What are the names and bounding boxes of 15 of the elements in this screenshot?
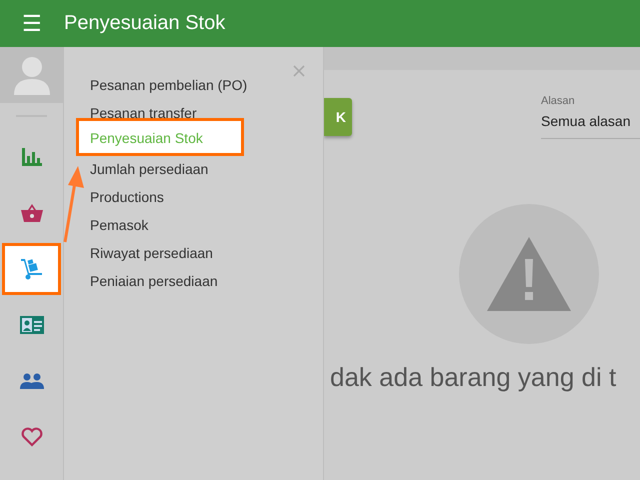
page-title: Penyesuaian Stok [64,12,226,35]
submenu-item[interactable]: Pemasok [76,207,244,235]
submenu-item[interactable]: Riwayat persediaan [76,235,244,263]
basket-icon [20,203,42,223]
empty-message: dak ada barang yang di t [330,362,618,393]
people-icon [20,373,44,389]
submenu-item[interactable]: Productions [76,179,244,207]
bar-chart-icon [22,148,42,166]
heart-icon [20,427,42,447]
hand-truck-icon [20,257,44,281]
sidebar-item[interactable] [2,243,61,295]
reason-dropdown[interactable]: Alasan Semua alasan [541,95,640,139]
id-card-icon [20,316,44,334]
submenu-item[interactable]: Peniaian persediaan [76,263,244,291]
submenu-item[interactable]: Pesanan pembelian (PO) [76,67,244,95]
